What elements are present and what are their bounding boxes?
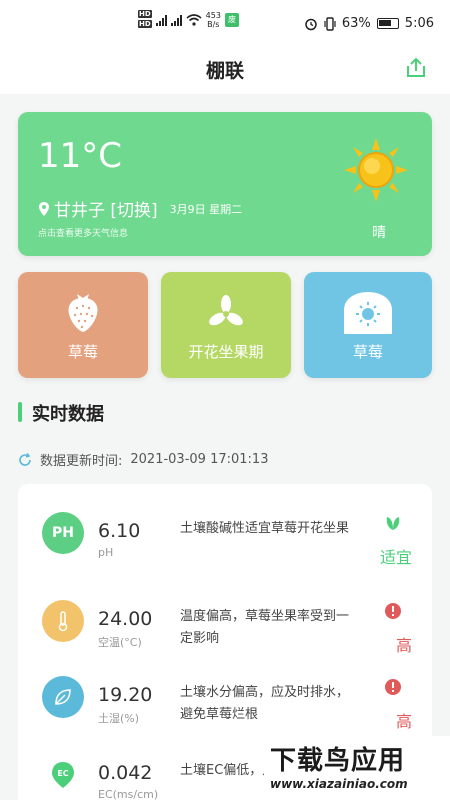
sun-icon	[344, 138, 408, 202]
soil-moisture-icon	[42, 676, 84, 718]
weather-card[interactable]: 11°C 甘井子 [切换] 3月9日 星期二 点击查看更多天气信息 晴	[18, 112, 432, 256]
row-value: 6.10	[98, 520, 141, 542]
location[interactable]: 甘井子 [切换] 3月9日 星期二	[38, 196, 242, 221]
location-pin-icon	[39, 201, 49, 216]
data-row-ph[interactable]: PH 6.10 pH 土壤酸碱性适宜草莓开花坐果 适宜	[18, 492, 432, 572]
location-name[interactable]: 甘井子 [切换]	[54, 196, 158, 221]
weather-date: 3月9日 星期二	[169, 202, 243, 216]
vibrate-icon	[324, 16, 336, 31]
leaf-icon	[386, 517, 400, 530]
svg-text:EC: EC	[57, 769, 68, 778]
section-accent	[18, 402, 22, 422]
alert-icon	[385, 603, 401, 619]
weather-condition: 晴	[372, 225, 386, 241]
tile-growth-stage[interactable]: 开花坐果期	[161, 272, 291, 378]
row-status: 适宜	[379, 548, 412, 567]
tile-label: 草莓	[67, 343, 98, 361]
tile-label: 草莓	[352, 343, 383, 361]
row-description: 温度偏高，草莓坐果率受到一定影响	[180, 609, 350, 646]
temperature: 11°C	[38, 136, 123, 176]
alarm-icon	[305, 18, 317, 30]
data-row-air-temp[interactable]: 24.00 空温(°C) 温度偏高，草莓坐果率受到一定影响 高	[18, 580, 432, 660]
status-left: HD HD 453 B/s 废	[138, 10, 239, 30]
row-status: 高	[395, 636, 412, 655]
status-right: 63% 5:06	[304, 16, 434, 31]
row-unit: 土湿(%)	[98, 712, 140, 725]
page-title: 棚联	[205, 60, 244, 82]
tile-label: 开花坐果期	[188, 343, 264, 361]
clock: 5:06	[404, 16, 434, 31]
battery-icon	[376, 18, 399, 29]
share-icon[interactable]	[404, 56, 428, 80]
update-time: 2021-03-09 17:01:13	[130, 452, 269, 467]
row-unit: 空温(°C)	[98, 636, 142, 649]
row-value: 24.00	[98, 608, 153, 630]
update-label: 数据更新时间:	[40, 454, 123, 469]
watermark-url: www.xiazainiao.com	[270, 777, 408, 791]
alert-icon	[385, 679, 401, 695]
wifi-icon	[186, 14, 202, 26]
battery-percent: 63%	[341, 16, 371, 31]
tile-greenhouse[interactable]: 草莓	[304, 272, 432, 378]
eco-icon: 废	[224, 13, 239, 27]
status-bar: HD HD 453 B/s 废 63% 5:06	[0, 0, 450, 48]
app-header: 棚联	[0, 48, 450, 94]
network-speed: 453 B/s	[205, 11, 221, 29]
tile-crop[interactable]: 草莓	[18, 272, 148, 378]
greenhouse-icon	[344, 292, 392, 334]
row-unit: pH	[98, 546, 114, 559]
signal-icon	[155, 14, 167, 26]
row-status: 高	[395, 712, 412, 731]
section-title: 实时数据	[32, 404, 104, 425]
more-weather-link[interactable]: 点击查看更多天气信息	[38, 226, 128, 239]
flower-icon	[209, 295, 243, 326]
refresh-icon[interactable]	[18, 452, 32, 467]
strawberry-icon	[68, 294, 98, 332]
row-description: 土壤水分偏高，应及时排水，避免草莓烂根	[180, 685, 350, 722]
row-value: 0.042	[98, 762, 153, 784]
row-value: 19.20	[98, 684, 153, 706]
row-description: 土壤酸碱性适宜草莓开花坐果	[180, 521, 350, 536]
app-page: HD HD 453 B/s 废 63% 5:06 棚联 11°C 甘井子 [切换…	[0, 0, 450, 800]
thermometer-icon	[42, 600, 84, 642]
site-watermark: 下载鸟应用 www.xiazainiao.com	[264, 736, 450, 800]
data-row-soil-moisture[interactable]: 19.20 土湿(%) 土壤水分偏高，应及时排水，避免草莓烂根 高	[18, 656, 432, 736]
row-unit: EC(ms/cm)	[98, 788, 159, 800]
update-info[interactable]: 数据更新时间: 2021-03-09 17:01:13	[18, 450, 268, 469]
ec-icon: EC	[42, 754, 84, 796]
watermark-title: 下载鸟应用	[270, 746, 406, 776]
ph-icon: PH	[42, 512, 84, 554]
hd-indicator: HD HD	[138, 10, 152, 28]
signal-icon-2	[170, 14, 182, 26]
